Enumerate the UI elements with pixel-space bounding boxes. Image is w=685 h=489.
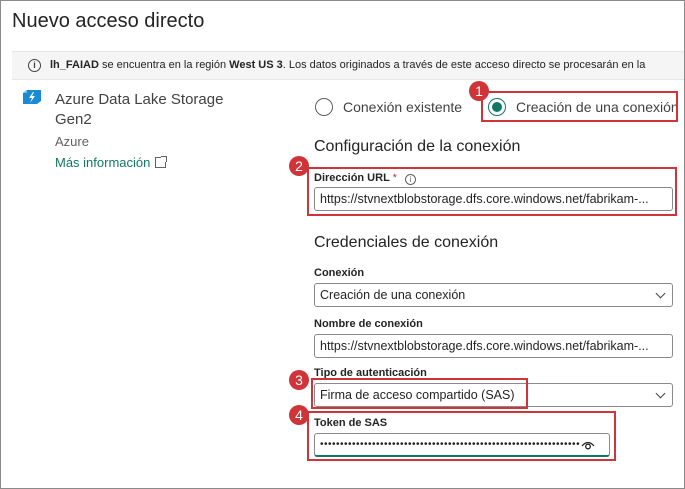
more-info-label[interactable]: Más información (55, 155, 150, 170)
sas-token-value: ••••••••••••••••••••••••••••••••••••••••… (320, 439, 581, 450)
radio-existing-label: Conexión existente (343, 99, 463, 115)
annotation-badge-4: 4 (289, 405, 309, 425)
radio-button[interactable] (315, 98, 333, 116)
radio-new-label: Creación de una conexión (516, 99, 679, 115)
source-name: Azure Data Lake Storage Gen2 (55, 91, 224, 128)
info-text-part-1: se encuentra en la región (98, 59, 230, 71)
annotation-badge-2: 2 (289, 156, 309, 176)
auth-type-select[interactable]: Firma de acceso compartido (SAS) (314, 383, 673, 407)
connection-settings-title: Configuración de la conexión (314, 138, 521, 155)
url-label: Dirección URL * i (314, 172, 416, 185)
chevron-down-icon (655, 288, 666, 299)
eye-icon[interactable] (581, 440, 595, 451)
auth-type-label: Tipo de autenticación (314, 367, 427, 379)
info-text: lh_FAIAD se encuentra en la región West … (50, 52, 645, 79)
url-input[interactable]: https://stvnextblobstorage.dfs.core.wind… (314, 187, 673, 211)
chevron-down-icon (655, 388, 666, 399)
external-link-icon (155, 156, 168, 168)
radio-new-connection[interactable]: Creación de una conexión (488, 96, 679, 118)
auth-type-select-value: Firma de acceso compartido (SAS) (320, 388, 515, 402)
workspace-name: lh_FAIAD (50, 59, 99, 71)
more-info-link[interactable]: Más información (55, 155, 168, 170)
credentials-title: Credenciales de conexión (314, 234, 499, 251)
data-lake-icon (23, 90, 41, 104)
connection-label: Conexión (314, 267, 365, 279)
connection-select[interactable]: Creación de una conexión (314, 283, 673, 307)
sas-token-input[interactable]: ••••••••••••••••••••••••••••••••••••••••… (314, 433, 610, 457)
dialog-title: Nuevo acceso directo (12, 10, 205, 32)
connection-name-input[interactable]: https://stvnextblobstorage.dfs.core.wind… (314, 334, 673, 358)
annotation-badge-3: 3 (289, 370, 309, 390)
radio-existing-connection[interactable]: Conexión existente (315, 96, 465, 118)
help-icon[interactable]: i (404, 174, 416, 185)
info-text-part-2: . Los datos originados a través de este … (282, 59, 646, 71)
annotation-badge-1: 1 (469, 81, 489, 101)
region-name: West US 3 (229, 59, 283, 71)
info-icon: i (28, 59, 41, 72)
source-category: Azure (55, 134, 89, 149)
connection-select-value: Creación de una conexión (320, 288, 466, 302)
radio-button-checked[interactable] (488, 98, 506, 116)
url-label-text: Dirección URL (314, 172, 390, 184)
required-mark: * (392, 172, 397, 184)
sas-token-label: Token de SAS (314, 417, 388, 429)
connection-name-label: Nombre de conexión (314, 318, 423, 330)
region-info-bar: i lh_FAIAD se encuentra en la región Wes… (12, 51, 684, 80)
